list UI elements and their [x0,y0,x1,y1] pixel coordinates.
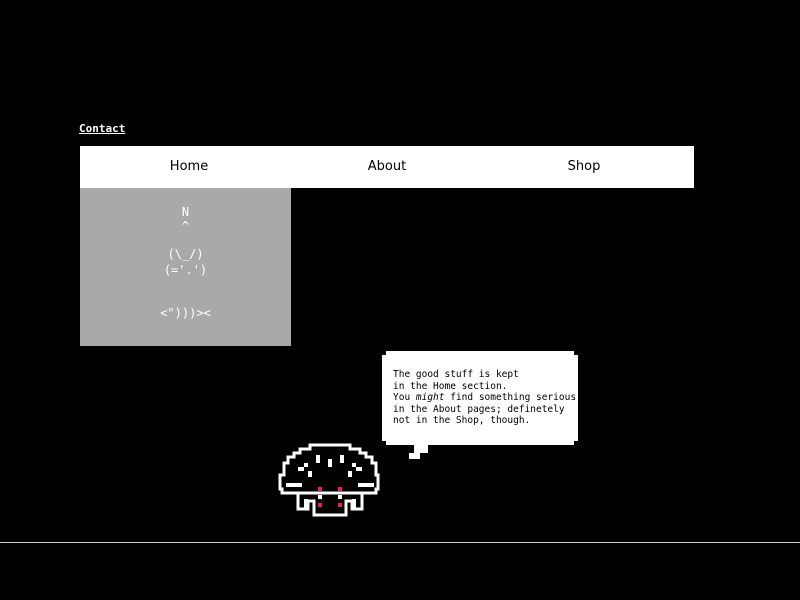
bubble-line: not in the Shop, though. [393,415,531,427]
ascii-art-line: (\_/) [167,247,204,261]
mushroom-creature-icon [278,443,380,517]
ascii-art-panel: N ^ (\_/) (='.') <")))>< [80,188,291,346]
ascii-art-line: <")))>< [160,306,211,320]
main-nav: Home About Shop [80,146,694,188]
speech-bubble-tail [409,453,420,459]
bubble-line: You [393,392,416,404]
nav-item-about[interactable]: About [287,146,487,188]
ascii-art-line: ^ [181,219,190,233]
bubble-emphasis: might [415,392,445,404]
bubble-line: The good stuff is kept [393,369,519,380]
bubble-line: find something serious [444,392,577,404]
contact-link[interactable]: Contact [79,122,125,135]
bubble-line: in the About pages; definetely [393,403,565,415]
nav-item-home[interactable]: Home [80,146,298,188]
ascii-art-line: N [181,205,190,219]
ascii-art-line: (='.') [163,263,208,277]
speech-bubble-text: The good stuff is kept in the Home secti… [393,369,578,427]
speech-bubble-tail [414,445,428,453]
footer-divider [0,542,800,543]
nav-item-shop[interactable]: Shop [484,146,684,188]
speech-bubble: The good stuff is kept in the Home secti… [382,351,578,445]
bubble-line: in the Home section. [393,380,508,392]
